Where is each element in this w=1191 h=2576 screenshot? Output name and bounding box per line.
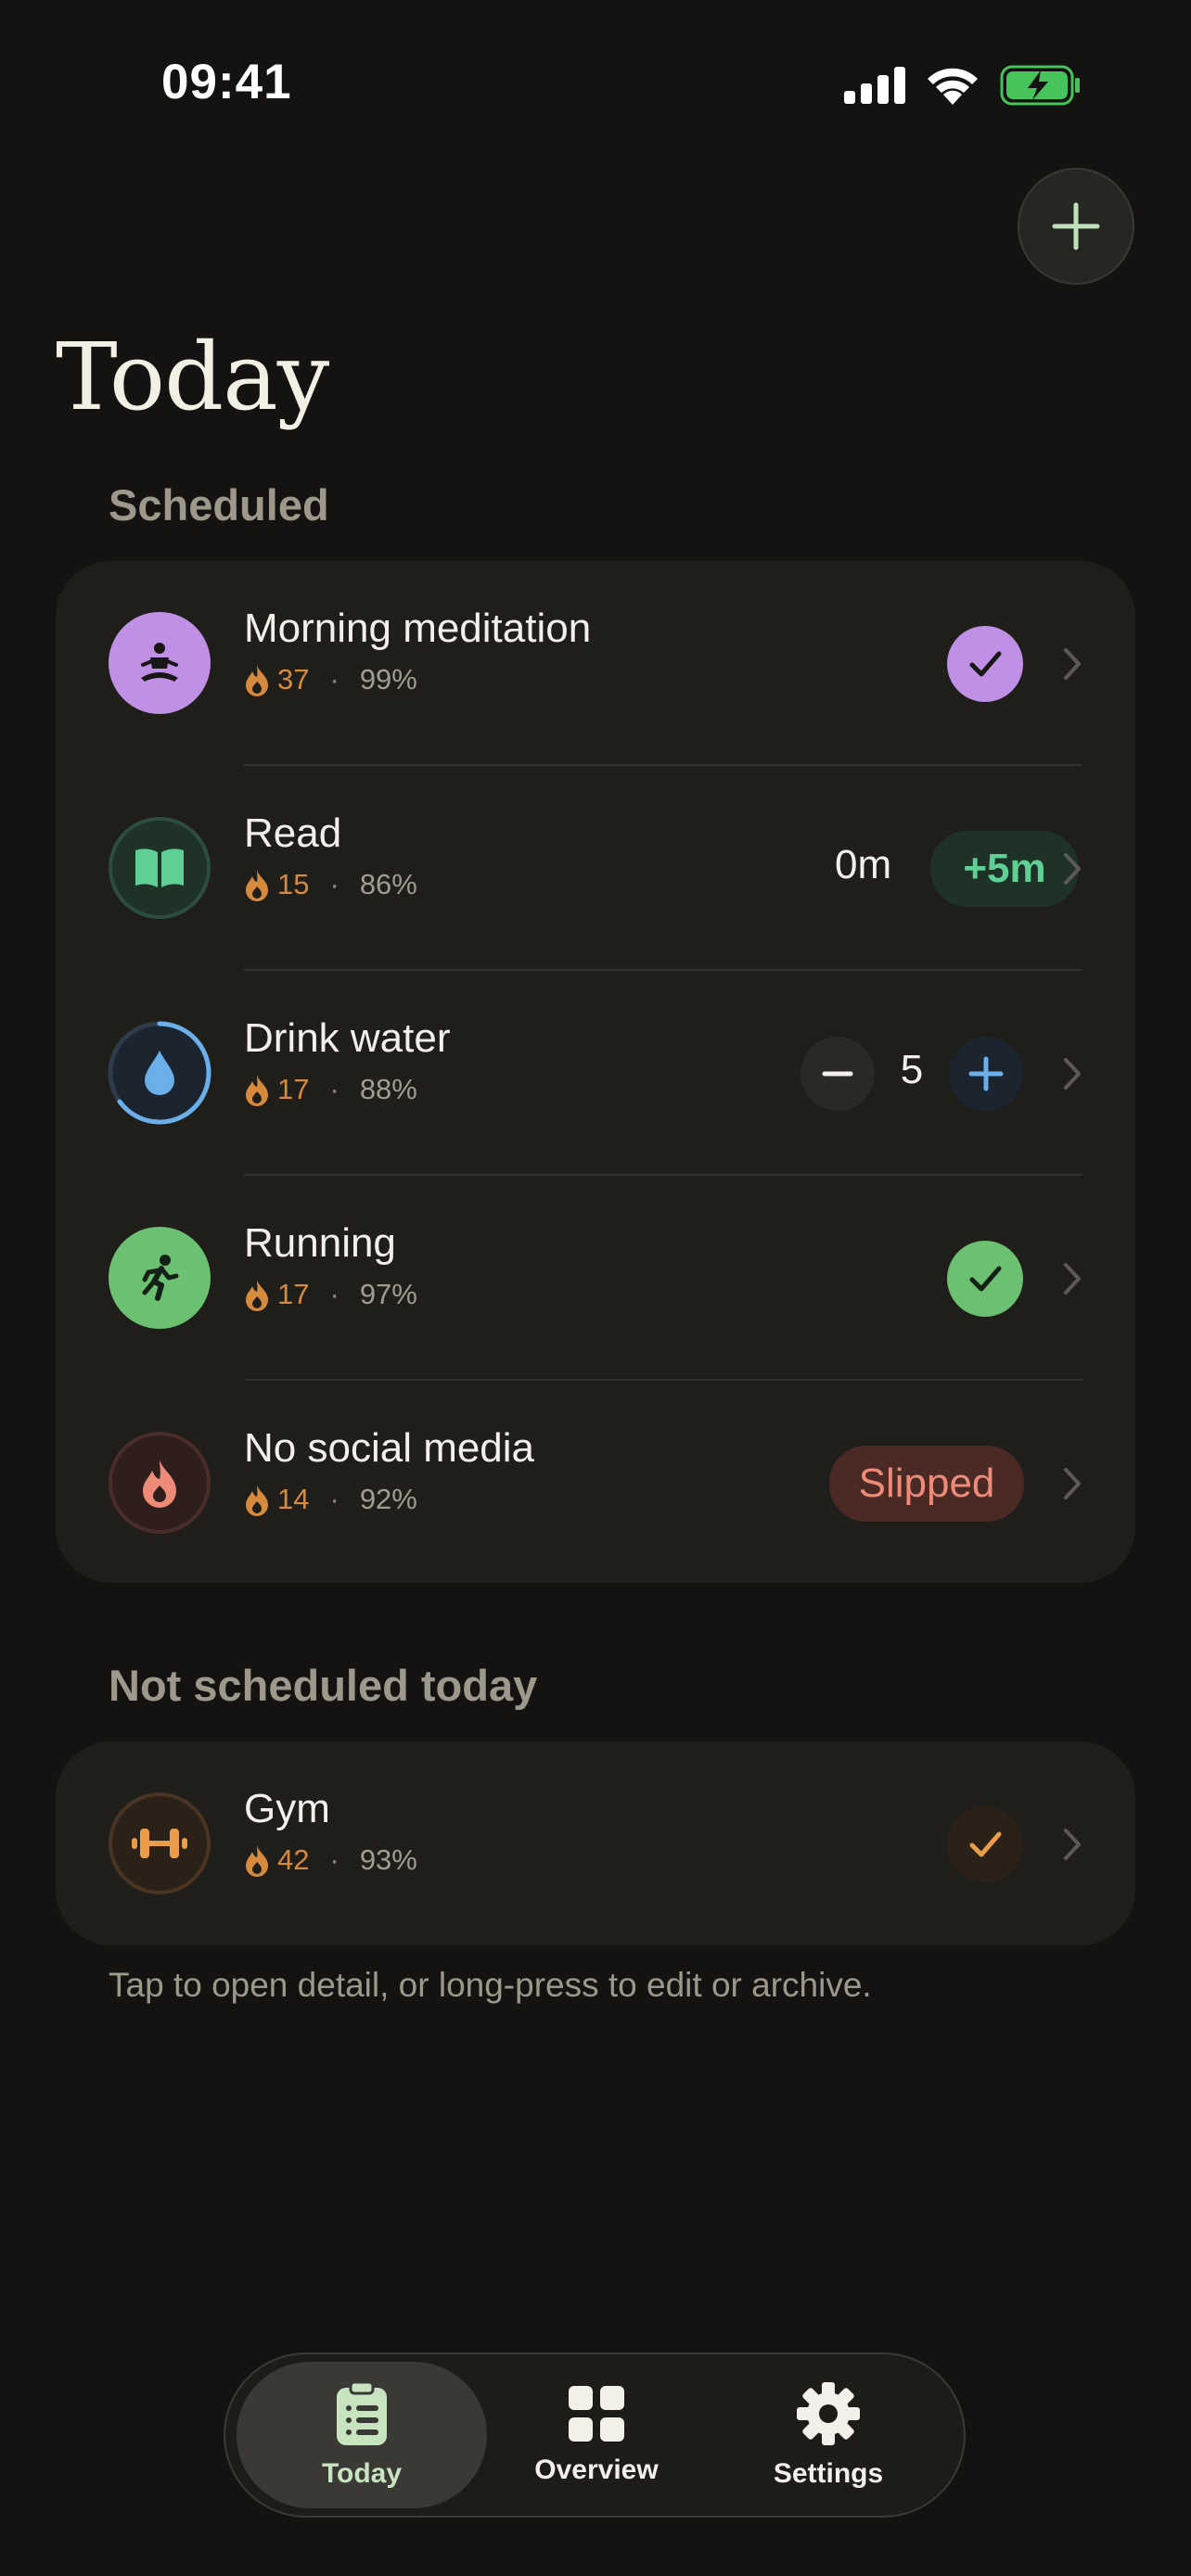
streak-flame-icon <box>244 1073 270 1106</box>
habit-row-meditation[interactable]: Morning meditation 37 · 99% <box>56 561 1135 766</box>
completion-rate: 92% <box>359 1483 417 1515</box>
habit-meta: 15 · 86% <box>244 868 417 901</box>
habit-meta: 14 · 92% <box>244 1483 417 1516</box>
tab-label: Overview <box>534 2455 659 2485</box>
habit-row-read[interactable]: Read 15 · 86% 0m +5m <box>56 766 1135 971</box>
not-scheduled-card: Gym 42 · 93% <box>56 1741 1135 1945</box>
habit-name: Gym <box>244 1786 330 1831</box>
tab-today[interactable]: Today <box>237 2362 487 2508</box>
chevron-right-icon <box>1064 1468 1081 1499</box>
streak-count: 42 <box>277 1843 310 1876</box>
running-icon <box>142 1255 179 1301</box>
duration-value: 0m <box>835 842 892 887</box>
streak-flame-icon <box>244 1278 270 1311</box>
habit-avatar <box>109 1432 211 1534</box>
status-bar: 09:41 <box>0 0 1191 176</box>
habit-name: Read <box>244 810 342 856</box>
tab-label: Today <box>321 2458 403 2489</box>
habit-row-running[interactable]: Running 17 · 97% <box>56 1176 1135 1381</box>
habit-row-no-social-media[interactable]: No social media 14 · 92% Slipped <box>56 1381 1135 1586</box>
habit-meta: 42 · 93% <box>244 1843 417 1877</box>
complete-toggle[interactable] <box>947 1806 1023 1882</box>
decrement-button[interactable] <box>800 1037 875 1111</box>
wifi-icon <box>928 68 978 105</box>
gear-icon <box>797 2382 860 2445</box>
minus-icon <box>822 1071 853 1077</box>
checkmark-icon <box>969 651 1002 677</box>
habit-avatar <box>109 612 211 714</box>
tab-settings[interactable]: Settings <box>703 2362 954 2508</box>
habit-avatar <box>109 1227 211 1329</box>
cellular-signal-icon <box>844 67 905 104</box>
habit-name: No social media <box>244 1425 535 1471</box>
section-label-not-scheduled: Not scheduled today <box>109 1661 538 1710</box>
habit-meta: 37 · 99% <box>244 663 417 696</box>
hint-text: Tap to open detail, or long-press to edi… <box>109 1966 872 2004</box>
habit-name: Drink water <box>244 1015 451 1061</box>
grid-icon <box>569 2386 624 2442</box>
meta-separator: · <box>329 1843 339 1876</box>
dumbbell-icon <box>132 1829 187 1858</box>
checkmark-icon <box>969 1831 1002 1857</box>
chevron-right-icon <box>1064 648 1081 680</box>
habit-row-gym[interactable]: Gym 42 · 93% <box>56 1741 1135 1946</box>
water-drop-icon <box>145 1051 174 1095</box>
checkmark-icon <box>969 1266 1002 1292</box>
meta-separator: · <box>329 1073 339 1105</box>
chevron-right-icon <box>1064 1263 1081 1294</box>
meta-separator: · <box>329 868 339 900</box>
meta-separator: · <box>329 1483 339 1515</box>
page-title: Today <box>56 323 329 431</box>
meta-separator: · <box>329 1278 339 1310</box>
habit-avatar <box>109 1792 211 1894</box>
chevron-right-icon <box>1064 1058 1081 1090</box>
streak-count: 14 <box>277 1483 310 1515</box>
streak-count: 15 <box>277 868 310 900</box>
streak-flame-icon <box>244 663 270 696</box>
complete-toggle[interactable] <box>947 626 1023 702</box>
water-count: 5 <box>900 1047 924 1092</box>
status-time: 09:41 <box>161 55 292 109</box>
streak-flame-icon <box>244 1483 270 1516</box>
increment-button[interactable] <box>949 1037 1023 1111</box>
habit-meta: 17 · 97% <box>244 1278 417 1311</box>
section-label-scheduled: Scheduled <box>109 480 329 529</box>
tab-bar: Today Overview Settings <box>224 2353 966 2518</box>
completion-rate: 88% <box>359 1073 417 1105</box>
chevron-right-icon <box>1064 853 1081 885</box>
streak-count: 17 <box>277 1073 310 1105</box>
streak-count: 17 <box>277 1278 310 1310</box>
completion-rate: 97% <box>359 1278 417 1310</box>
complete-toggle[interactable] <box>947 1241 1023 1317</box>
add-habit-button[interactable] <box>1018 168 1134 285</box>
streak-flame-icon <box>244 1843 270 1877</box>
add-time-button[interactable]: +5m <box>930 831 1079 907</box>
completion-rate: 93% <box>359 1843 417 1876</box>
habit-avatar <box>108 1021 211 1125</box>
habit-name: Morning meditation <box>244 606 592 651</box>
tab-overview[interactable]: Overview <box>471 2362 722 2508</box>
clipboard-list-icon <box>337 2380 387 2445</box>
completion-rate: 99% <box>359 663 417 695</box>
habit-row-water[interactable]: Drink water 17 · 88% 5 <box>56 971 1135 1176</box>
flame-icon <box>143 1460 176 1508</box>
habit-meta: 17 · 88% <box>244 1073 417 1106</box>
meta-separator: · <box>329 663 339 695</box>
meditation-icon <box>141 643 178 682</box>
completion-rate: 86% <box>359 868 417 900</box>
book-icon <box>135 848 184 887</box>
scheduled-card: Morning meditation 37 · 99% Read 15 · 86… <box>56 561 1135 1583</box>
tab-label: Settings <box>773 2458 884 2489</box>
status-icons <box>844 65 1082 106</box>
habit-avatar <box>109 817 211 919</box>
battery-charging-icon <box>1000 65 1080 106</box>
plus-icon <box>968 1056 1004 1091</box>
plus-icon <box>1052 202 1100 250</box>
streak-count: 37 <box>277 663 310 695</box>
streak-flame-icon <box>244 868 270 901</box>
status-badge-slipped[interactable]: Slipped <box>829 1446 1024 1522</box>
chevron-right-icon <box>1064 1829 1081 1860</box>
habit-name: Running <box>244 1220 396 1266</box>
